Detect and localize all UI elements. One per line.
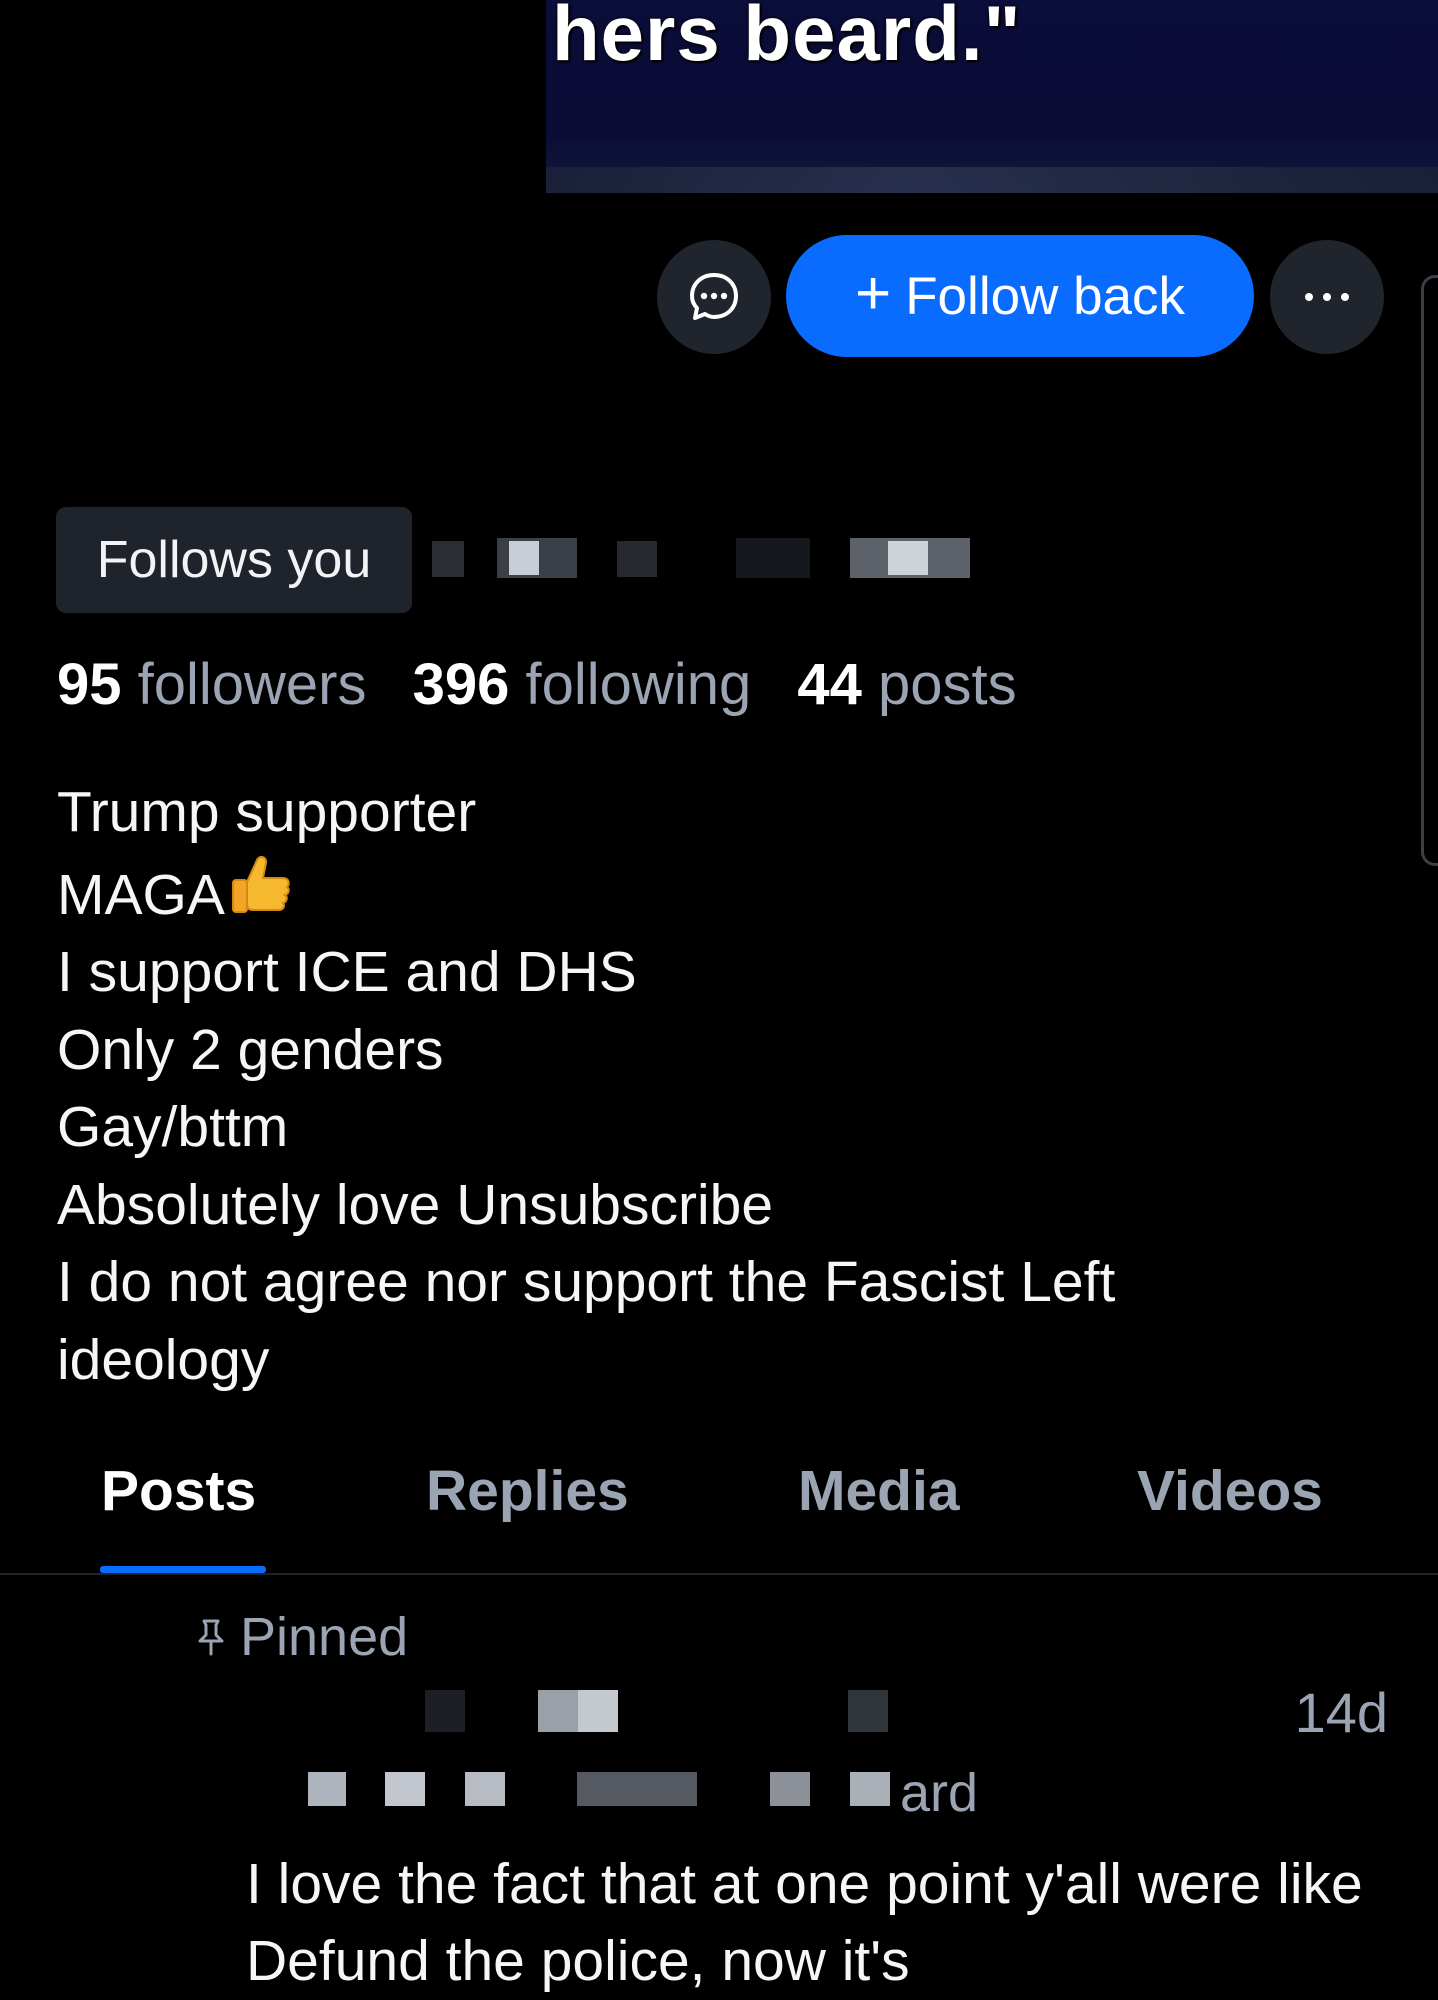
posts-label: posts [877,652,1017,717]
following-count[interactable]: 396 [413,652,510,717]
plus-icon: + [854,259,892,328]
scrollbar[interactable] [1421,275,1438,866]
pin-icon [198,1619,224,1656]
bio-line: Trump supporter [57,780,477,844]
post-timestamp[interactable]: 14d [1295,1680,1388,1745]
bio-line-with-emoji: MAGA [57,852,1377,935]
follow-back-label: Follow back [905,266,1186,326]
posts-count: 44 [797,652,862,717]
tab-media[interactable]: Media [798,1458,960,1524]
profile-stats: 95 followers 396 following 44 posts [57,650,1047,720]
active-tab-indicator [100,1566,266,1573]
bio-line: I support ICE and DHS [57,940,637,1004]
follow-back-button[interactable]: + Follow back [786,235,1254,357]
ellipsis-icon [1305,293,1349,301]
profile-bio: Trump supporter MAGA I support ICE and D… [57,774,1377,1399]
tab-videos[interactable]: Videos [1137,1458,1323,1524]
post-handle-fragment: ard [900,1763,979,1823]
pinned-indicator: Pinned [194,1606,408,1668]
banner-caption: hers beard." [552,0,1022,77]
thumbs-up-icon [231,855,290,913]
pinned-label: Pinned [240,1607,409,1667]
chat-bubble-icon [690,273,738,320]
bio-line: MAGA [57,862,225,927]
message-button[interactable] [657,240,771,354]
tab-posts[interactable]: Posts [101,1458,256,1524]
profile-banner[interactable]: hers beard." [546,0,1438,193]
followers-label[interactable]: followers [138,652,367,717]
follows-you-badge: Follows you [56,507,412,613]
post-body[interactable]: I love the fact that at one point y'all … [246,1846,1396,2000]
followers-count[interactable]: 95 [57,652,122,717]
bio-line: Absolutely love Unsubscribe [57,1172,774,1237]
banner-strip [546,167,1438,193]
profile-tabs: Posts Replies Media Videos [0,1430,1438,1575]
more-options-button[interactable] [1270,240,1384,354]
following-label[interactable]: following [526,652,752,717]
bio-line: Only 2 genders [57,1017,444,1082]
bio-line: I do not agree nor support the Fascist L… [57,1250,1116,1314]
follows-you-label: Follows you [96,531,372,589]
tab-replies[interactable]: Replies [426,1458,629,1524]
bio-line: Gay/bttm [57,1095,289,1159]
bio-line: ideology [57,1327,270,1392]
